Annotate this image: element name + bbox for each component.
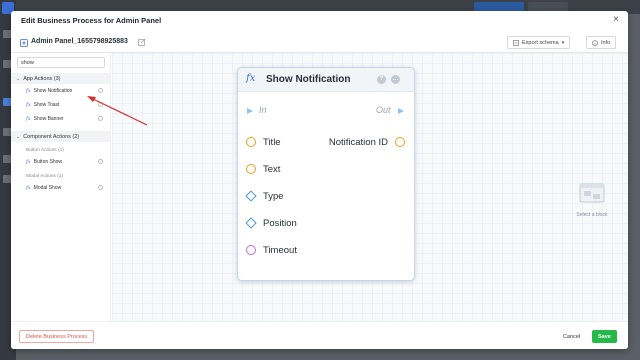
- fx-icon: fx: [246, 73, 256, 84]
- export-schema-label: Export schema: [522, 39, 559, 46]
- fx-icon: fx: [26, 102, 31, 108]
- flow-out-icon[interactable]: [398, 108, 404, 114]
- fx-icon: fx: [26, 159, 31, 165]
- action-item-modal-show[interactable]: fx Modal Show: [11, 182, 111, 194]
- process-name: Admin Panel_1655798925883: [31, 38, 128, 45]
- info-icon[interactable]: [98, 185, 103, 190]
- actions-panel: ⌄ App Actions (3) fx Show Notification f…: [11, 53, 111, 321]
- action-item-label: Show Notification: [33, 88, 73, 94]
- app-actions-group[interactable]: ⌄ App Actions (3): [11, 73, 111, 84]
- help-icon[interactable]: ?: [377, 75, 386, 84]
- output-port-notification-id[interactable]: Notification ID: [329, 135, 405, 149]
- process-canvas[interactable]: fx Show Notification ? … In Out Title No…: [112, 53, 628, 321]
- show-notification-node[interactable]: fx Show Notification ? … In Out Title No…: [237, 67, 415, 281]
- port-label: Type: [263, 190, 284, 202]
- close-icon[interactable]: ×: [613, 15, 619, 25]
- process-subheader: Admin Panel_1655798925883 Export schema …: [11, 33, 628, 53]
- save-button[interactable]: Save: [592, 330, 617, 343]
- enum-port-icon: [245, 217, 257, 229]
- port-label: Text: [263, 163, 281, 175]
- input-port-title[interactable]: Title: [246, 135, 281, 149]
- input-port-text[interactable]: Text: [246, 162, 280, 176]
- info-icon: [592, 39, 598, 46]
- port-label: Notification ID: [328, 136, 388, 148]
- flow-in-icon[interactable]: [247, 108, 253, 114]
- comment-icon[interactable]: …: [391, 75, 400, 84]
- input-port-type[interactable]: Type: [245, 189, 284, 203]
- node-title: Show Notification: [266, 74, 351, 85]
- fx-icon: fx: [26, 185, 31, 191]
- export-icon: [513, 39, 519, 46]
- info-icon[interactable]: [98, 159, 103, 164]
- export-schema-button[interactable]: Export schema ▾: [507, 36, 571, 49]
- action-item-show-banner[interactable]: fx Show Banner: [11, 113, 111, 125]
- flow-in-label: In: [259, 105, 267, 115]
- component-actions-label: Component Actions (2): [23, 133, 80, 140]
- input-port-position[interactable]: Position: [245, 216, 297, 230]
- app-actions-label: App Actions (3): [23, 75, 61, 82]
- info-icon[interactable]: [98, 88, 103, 93]
- chevron-down-icon: ⌄: [16, 133, 21, 140]
- flow-out-label: Out: [376, 105, 391, 115]
- fx-icon: fx: [26, 88, 31, 94]
- info-icon[interactable]: [98, 116, 103, 121]
- block-placeholder-icon: [579, 183, 605, 203]
- info-label: Info: [601, 39, 611, 46]
- action-item-show-toast[interactable]: fx Show Toast: [11, 99, 111, 111]
- chevron-down-icon: ▾: [561, 39, 565, 46]
- modal-actions-label: Modal Actions (1): [26, 174, 64, 179]
- string-port-icon: [395, 137, 405, 147]
- modal-footer: Delete Business Process Cancel Save: [11, 321, 628, 349]
- port-label: Title: [263, 136, 281, 148]
- component-actions-group[interactable]: ⌄ Component Actions (2): [11, 131, 111, 142]
- action-item-button-show[interactable]: fx Button Show: [11, 156, 111, 168]
- string-port-icon: [246, 137, 256, 147]
- input-port-timeout[interactable]: Timeout: [246, 243, 297, 257]
- info-icon[interactable]: [98, 102, 103, 107]
- chevron-down-icon: ⌄: [16, 75, 21, 82]
- node-header: fx Show Notification ? …: [238, 68, 414, 92]
- empty-state-text: Select a block: [576, 212, 608, 218]
- modal-header: Edit Business Process for Admin Panel ×: [11, 11, 628, 31]
- action-item-label: Show Toast: [33, 102, 60, 108]
- delete-business-process-button[interactable]: Delete Business Process: [19, 330, 95, 343]
- fx-icon: fx: [26, 116, 31, 122]
- enum-port-icon: [245, 190, 257, 202]
- button-actions-label: Button Actions (1): [26, 148, 64, 153]
- search-input[interactable]: [17, 57, 105, 68]
- empty-state: Select a block: [567, 183, 617, 218]
- info-button[interactable]: Info: [586, 36, 617, 49]
- action-item-show-notification[interactable]: fx Show Notification: [11, 85, 111, 97]
- edit-business-process-modal: Edit Business Process for Admin Panel × …: [11, 11, 628, 349]
- modal-title: Edit Business Process for Admin Panel: [21, 16, 162, 25]
- process-icon: [20, 39, 28, 47]
- cancel-button[interactable]: Cancel: [559, 330, 584, 343]
- string-port-icon: [246, 164, 256, 174]
- number-port-icon: [246, 245, 256, 255]
- action-item-label: Button Show: [33, 159, 63, 165]
- action-item-label: Show Banner: [33, 116, 64, 122]
- edit-icon[interactable]: [138, 38, 146, 46]
- port-label: Timeout: [263, 244, 297, 256]
- port-label: Position: [263, 217, 297, 229]
- action-item-label: Modal Show: [33, 185, 62, 191]
